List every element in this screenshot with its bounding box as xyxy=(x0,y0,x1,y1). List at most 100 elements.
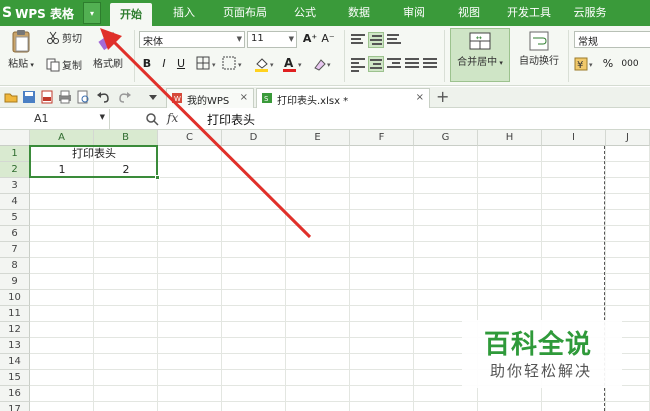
formula-input[interactable]: 打印表头 xyxy=(207,111,255,128)
row-header-14[interactable]: 14 xyxy=(0,354,30,370)
row-header-6[interactable]: 6 xyxy=(0,226,30,242)
font-size-select[interactable]: 11 ▼ xyxy=(247,31,297,48)
tab-developer[interactable]: 开发工具 xyxy=(500,0,558,26)
copy-button[interactable]: 复制 xyxy=(46,57,82,72)
app-logo[interactable]: S WPS 表格 xyxy=(2,3,74,23)
column-header-a[interactable]: A xyxy=(30,130,94,146)
row-header-16[interactable]: 16 xyxy=(0,386,30,402)
tab-review[interactable]: 审阅 xyxy=(395,0,433,26)
column-header-d[interactable]: D xyxy=(222,130,286,146)
merge-cells-icon: ↔ xyxy=(469,32,491,50)
row-header-9[interactable]: 9 xyxy=(0,274,30,290)
cut-label: 剪切 xyxy=(62,34,82,45)
row-header-11[interactable]: 11 xyxy=(0,306,30,322)
align-top-icon[interactable] xyxy=(350,32,366,48)
currency-icon[interactable]: ¥ ▾ xyxy=(574,56,598,72)
row-header-2[interactable]: 2 xyxy=(0,162,30,178)
row-header-7[interactable]: 7 xyxy=(0,242,30,258)
svg-text:¥: ¥ xyxy=(577,60,583,71)
align-right-icon[interactable] xyxy=(386,56,402,72)
grow-font-button[interactable]: A⁺ xyxy=(302,31,318,47)
format-painter-button[interactable]: 格式刷 xyxy=(90,29,126,70)
svg-text:▾: ▾ xyxy=(270,61,274,69)
undo-icon[interactable] xyxy=(96,90,110,104)
underline-button[interactable]: U xyxy=(173,56,189,72)
column-header-e[interactable]: E xyxy=(286,130,350,146)
column-header-h[interactable]: H xyxy=(478,130,542,146)
select-all-corner[interactable] xyxy=(0,130,30,146)
justify-icon[interactable] xyxy=(404,56,420,72)
column-header-c[interactable]: C xyxy=(158,130,222,146)
open-folder-icon[interactable] xyxy=(4,90,18,104)
export-pdf-icon[interactable] xyxy=(40,90,54,104)
name-box[interactable]: A1 ▼ xyxy=(0,109,110,129)
row-header-1[interactable]: 1 xyxy=(0,146,30,162)
save-icon[interactable] xyxy=(22,90,36,104)
borders-icon[interactable]: ▾ xyxy=(196,56,222,72)
merge-center-button[interactable]: ↔ 合并居中 ▾ xyxy=(450,28,510,82)
zoom-icon[interactable] xyxy=(145,112,159,126)
doc-tab-my-wps[interactable]: W 我的WPS × xyxy=(166,88,254,108)
customize-dropdown-icon[interactable] xyxy=(146,90,160,104)
row-header-5[interactable]: 5 xyxy=(0,210,30,226)
thousands-separator-button[interactable]: 000 xyxy=(618,56,642,72)
font-name-select[interactable]: 宋体 ▼ xyxy=(139,31,245,48)
tab-view[interactable]: 视图 xyxy=(450,0,488,26)
align-bottom-icon[interactable] xyxy=(386,32,402,48)
row-header-4[interactable]: 4 xyxy=(0,194,30,210)
row-header-10[interactable]: 10 xyxy=(0,290,30,306)
column-header-i[interactable]: I xyxy=(542,130,606,146)
tab-page-layout[interactable]: 页面布局 xyxy=(216,0,274,26)
close-icon[interactable]: × xyxy=(240,92,248,103)
grid-line xyxy=(413,146,414,411)
print-icon[interactable] xyxy=(58,90,72,104)
grid-line xyxy=(30,273,650,274)
fill-color-icon[interactable]: ▾ xyxy=(254,56,280,72)
tab-cloud[interactable]: 云服务 xyxy=(566,0,614,26)
row-header-15[interactable]: 15 xyxy=(0,370,30,386)
row-header-13[interactable]: 13 xyxy=(0,338,30,354)
tab-data[interactable]: 数据 xyxy=(340,0,378,26)
font-color-icon[interactable]: A ▾ xyxy=(282,56,308,72)
row-header-8[interactable]: 8 xyxy=(0,258,30,274)
column-header-f[interactable]: F xyxy=(350,130,414,146)
new-tab-button[interactable]: + xyxy=(436,87,449,106)
row-header-3[interactable]: 3 xyxy=(0,178,30,194)
bold-button[interactable]: B xyxy=(139,56,155,72)
fill-handle[interactable] xyxy=(155,175,160,180)
row-header-17[interactable]: 17 xyxy=(0,402,30,411)
tab-home[interactable]: 开始 xyxy=(110,3,152,26)
ribbon-separator xyxy=(134,30,135,82)
distributed-icon[interactable] xyxy=(422,56,438,72)
row-header-12[interactable]: 12 xyxy=(0,322,30,338)
app-menu-dropdown-button[interactable]: ▾ xyxy=(83,2,101,24)
number-format-select[interactable]: 常规 xyxy=(574,31,650,48)
doc-tab-print-header[interactable]: S 打印表头.xlsx * × xyxy=(256,88,430,108)
percent-button[interactable]: % xyxy=(600,56,616,72)
wrap-text-button[interactable]: 自动换行 xyxy=(514,30,564,67)
svg-text:▾: ▾ xyxy=(589,61,593,69)
print-preview-icon[interactable] xyxy=(76,90,90,104)
close-icon[interactable]: × xyxy=(416,92,424,103)
ribbon-separator xyxy=(568,30,569,82)
align-left-icon[interactable] xyxy=(350,56,366,72)
redo-icon[interactable] xyxy=(118,90,132,104)
tab-formula[interactable]: 公式 xyxy=(286,0,324,26)
column-header-j[interactable]: J xyxy=(606,130,650,146)
quick-access-bar: W 我的WPS × S 打印表头.xlsx * × + xyxy=(0,87,650,108)
align-center-icon[interactable] xyxy=(368,56,384,72)
grid-line xyxy=(30,257,650,258)
tab-insert[interactable]: 插入 xyxy=(163,0,205,26)
fx-button[interactable]: fx xyxy=(167,111,178,125)
paste-button[interactable]: 粘贴 ▾ xyxy=(4,29,38,70)
column-header-b[interactable]: B xyxy=(94,130,158,146)
clear-format-icon[interactable]: ▾ xyxy=(312,56,336,72)
align-middle-icon[interactable] xyxy=(368,32,384,48)
italic-button[interactable]: I xyxy=(156,56,172,72)
shrink-font-button[interactable]: A⁻ xyxy=(320,31,336,47)
column-header-g[interactable]: G xyxy=(414,130,478,146)
cut-button[interactable]: 剪切 xyxy=(46,30,82,45)
cell-style-icon[interactable]: ▾ xyxy=(222,56,248,72)
menu-bar: S WPS 表格 ▾ 开始 插入 页面布局 公式 数据 审阅 视图 开发工具 云… xyxy=(0,0,650,26)
formula-bar: A1 ▼ fx 打印表头 xyxy=(0,108,650,130)
